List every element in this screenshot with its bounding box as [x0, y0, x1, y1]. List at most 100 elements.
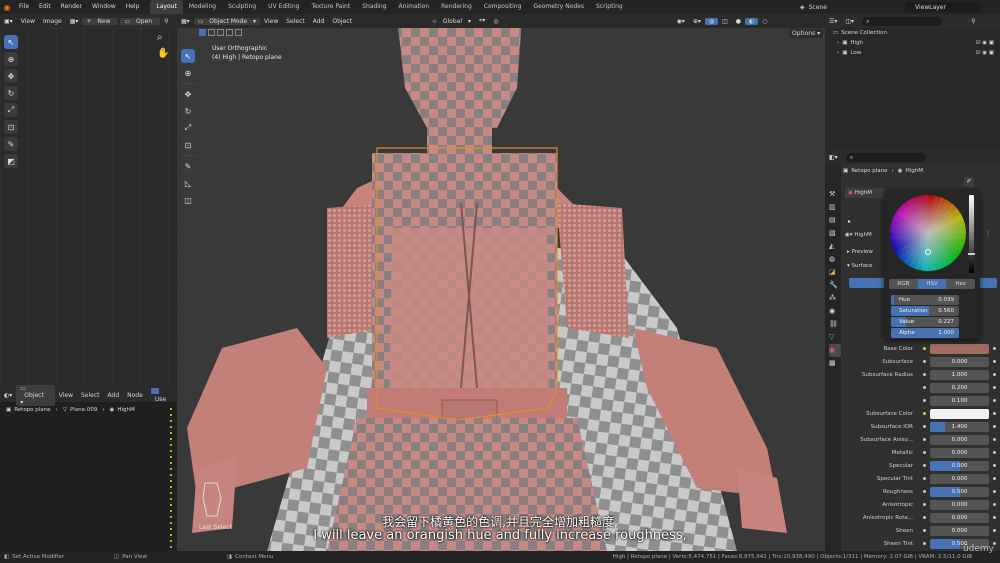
viewport-add-menu[interactable]: Add [309, 18, 329, 25]
socket-dot-icon[interactable] [923, 373, 926, 376]
texture-tab-icon[interactable]: ▦ [829, 357, 841, 370]
transform-orientation[interactable]: ⊹ Global ▾ [428, 18, 475, 25]
shader-prop-field[interactable] [930, 343, 989, 354]
tab-sculpting[interactable]: Sculpting [222, 0, 262, 14]
material-slot[interactable]: ◉ HighM [845, 188, 885, 198]
use-nodes-checkbox[interactable]: Use [147, 387, 177, 403]
shader-prop-field[interactable]: 0.000 [930, 356, 989, 367]
outliner-type-icon[interactable]: ☰▾ [825, 18, 841, 25]
shader-prop-field[interactable]: 1.400 [930, 421, 989, 432]
modifier-tab-icon[interactable]: 🔧 [829, 279, 841, 292]
viewport-object-menu[interactable]: Object [328, 18, 356, 25]
viewport-select-menu[interactable]: Select [282, 18, 309, 25]
vp-cursor-tool-icon[interactable]: ⊕ [181, 66, 195, 80]
expand-icon[interactable]: › [837, 50, 839, 56]
properties-search-field[interactable]: ⌕ [845, 152, 926, 162]
world-tab-icon[interactable]: ◍ [829, 253, 841, 266]
blender-logo-icon[interactable]: ◉ [0, 3, 14, 12]
shader-prop-field[interactable]: 0.000 [930, 499, 989, 510]
visibility-toggles[interactable]: ☑ ◉ ▣ [976, 50, 994, 56]
data-tab-icon[interactable]: ▽ [829, 331, 841, 344]
socket-dot-icon[interactable] [923, 386, 926, 389]
eyedropper-icon[interactable]: ✐ [964, 177, 974, 187]
anim-dot-icon[interactable] [993, 360, 996, 363]
outliner-item-low[interactable]: › ▣ Low ☑ ◉ ▣ [825, 48, 1000, 58]
vp-add-cube-tool-icon[interactable]: ◫ [181, 193, 195, 207]
image-editor-view-menu[interactable]: View [17, 18, 39, 25]
material-tab-icon[interactable]: ◉ [829, 344, 841, 357]
socket-dot-icon[interactable] [923, 477, 926, 480]
tab-rendering[interactable]: Rendering [435, 0, 478, 14]
menu-file[interactable]: File [14, 0, 34, 14]
crumb-mesh[interactable]: Plane.009 [70, 407, 97, 413]
shading-rendered-icon[interactable]: ○ [758, 18, 771, 25]
gizmo-icon[interactable]: ⊕▾ [689, 18, 705, 25]
socket-dot-icon[interactable] [923, 490, 926, 493]
anim-dot-icon[interactable] [993, 451, 996, 454]
vp-select-tool-icon[interactable]: ↖ [181, 49, 195, 63]
anim-dot-icon[interactable] [993, 347, 996, 350]
shading-solid-icon[interactable]: ● [732, 18, 745, 25]
color-picker-popup[interactable]: RGB HSV Hex ✐ Hue 0.039 Saturation 0.560 Val… [884, 177, 980, 339]
menu-window[interactable]: Window [87, 0, 121, 14]
scale-tool-icon[interactable]: ⤢ [4, 103, 18, 117]
hsv-tab[interactable]: HSV [917, 279, 947, 289]
proportional-edit-icon[interactable]: ◎ [489, 18, 502, 25]
shader-prop-field[interactable] [930, 408, 989, 419]
snap-icon[interactable]: ⌖▾ [475, 17, 489, 25]
shader-prop-field[interactable]: 0.100 [930, 395, 989, 406]
color-wheel[interactable] [889, 194, 967, 272]
tab-modeling[interactable]: Modeling [183, 0, 222, 14]
anim-dot-icon[interactable] [993, 503, 996, 506]
tab-scripting[interactable]: Scripting [590, 0, 629, 14]
annotate-tool-icon[interactable]: ✎ [4, 137, 18, 151]
vp-transform-tool-icon[interactable]: ⊡ [181, 138, 195, 152]
particles-tab-icon[interactable]: ⁂ [829, 292, 841, 305]
socket-dot-icon[interactable] [923, 412, 926, 415]
expand-icon[interactable]: › [837, 40, 839, 46]
tool-tab-icon[interactable]: ⚒ [829, 188, 841, 201]
object-tab-icon[interactable]: ◪ [829, 266, 841, 279]
node-node-menu[interactable]: Node [123, 392, 147, 399]
shader-prop-field[interactable]: 0.000 [930, 473, 989, 484]
anim-dot-icon[interactable] [993, 373, 996, 376]
anim-dot-icon[interactable] [993, 386, 996, 389]
anim-dot-icon[interactable] [993, 438, 996, 441]
rgb-tab[interactable]: RGB [889, 279, 918, 289]
socket-dot-icon[interactable] [923, 464, 926, 467]
hand-pan-icon[interactable]: ✋ [157, 48, 169, 59]
shader-prop-field[interactable]: 0.000 [930, 447, 989, 458]
tab-compositing[interactable]: Compositing [478, 0, 528, 14]
vp-rotate-tool-icon[interactable]: ↻ [181, 104, 195, 118]
editor-type-icon[interactable]: ▣▾ [0, 18, 17, 25]
shader-prop-field[interactable]: 0.500 [930, 486, 989, 497]
shader-prop-field[interactable]: 0.000 [930, 434, 989, 445]
tab-geometry-nodes[interactable]: Geometry Nodes [527, 0, 590, 14]
rotate-tool-icon[interactable]: ↻ [4, 86, 18, 100]
crumb-object[interactable]: Retopo plane [14, 407, 50, 413]
menu-render[interactable]: Render [56, 0, 87, 14]
menu-edit[interactable]: Edit [34, 0, 56, 14]
zoom-icon[interactable]: ⌕ [157, 32, 163, 43]
vp-measure-tool-icon[interactable]: ◺ [181, 176, 195, 190]
overlay-icon[interactable]: ◍ [704, 17, 719, 25]
tab-layout[interactable]: Layout [150, 0, 183, 14]
open-image-button[interactable]: ▭ Open [120, 17, 161, 25]
visibility-toggles[interactable]: ☑ ◉ ▣ [976, 40, 994, 46]
value-slider[interactable] [968, 195, 975, 273]
viewport-editor-type-icon[interactable]: ▦▾ [177, 18, 194, 25]
physics-tab-icon[interactable]: ◉ [829, 305, 841, 318]
anim-dot-icon[interactable] [993, 477, 996, 480]
select-tool-icon[interactable]: ↖ [4, 35, 18, 49]
crumb-material[interactable]: HighM [117, 407, 134, 413]
sample-tool-icon[interactable]: ◩ [4, 154, 18, 168]
tab-uv-editing[interactable]: UV Editing [262, 0, 305, 14]
shader-prop-field[interactable]: 1.000 [930, 369, 989, 380]
node-view-menu[interactable]: View [55, 392, 77, 399]
vp-move-tool-icon[interactable]: ✥ [181, 87, 195, 101]
socket-dot-icon[interactable] [923, 360, 926, 363]
outliner-search-field[interactable]: ⌕ [862, 16, 943, 26]
view-layer-tab-icon[interactable]: ▧ [829, 227, 841, 240]
socket-dot-icon[interactable] [923, 438, 926, 441]
menu-help[interactable]: Help [121, 0, 145, 14]
